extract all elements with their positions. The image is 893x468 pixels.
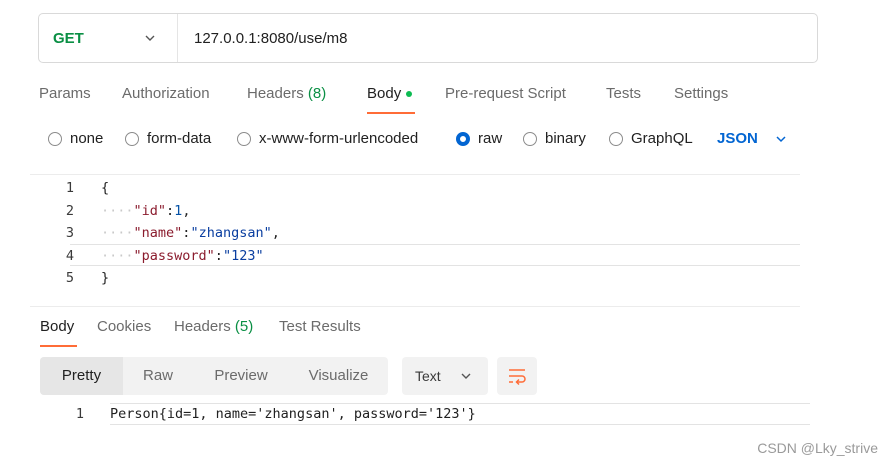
response-tab-test-results[interactable]: Test Results <box>279 318 361 335</box>
tab-headers[interactable]: Headers (8) <box>247 85 326 102</box>
headers-count: (5) <box>234 318 254 335</box>
editor-line: 1 { <box>30 177 800 199</box>
current-line-highlight <box>70 244 800 266</box>
view-pretty-button[interactable]: Pretty <box>40 357 123 395</box>
body-type-label: GraphQL <box>631 130 693 147</box>
watermark: CSDN @Lky_strive <box>757 440 878 456</box>
wrap-lines-button[interactable] <box>497 357 537 395</box>
response-tab-cookies[interactable]: Cookies <box>97 318 151 335</box>
view-preview-button[interactable]: Preview <box>193 357 289 395</box>
chevron-down-icon <box>461 373 471 379</box>
radio-icon <box>125 131 139 146</box>
response-tab-body[interactable]: Body <box>40 318 74 335</box>
url-input[interactable]: 127.0.0.1:8080/use/m8 <box>194 30 347 47</box>
json-colon: : <box>166 203 175 219</box>
editor-line: 5 } <box>30 267 800 289</box>
body-type-binary[interactable]: binary <box>523 130 586 147</box>
line-number: 1 <box>75 406 84 422</box>
tab-label: Body <box>367 85 402 102</box>
tab-params[interactable]: Params <box>39 85 91 102</box>
tab-body[interactable]: Body <box>367 85 413 102</box>
response-view-modes: Pretty Raw Preview Visualize <box>40 357 388 395</box>
tab-label: Headers <box>174 318 231 335</box>
view-visualize-button[interactable]: Visualize <box>289 357 388 395</box>
tab-tests[interactable]: Tests <box>606 85 641 102</box>
view-raw-button[interactable]: Raw <box>123 357 193 395</box>
line-number: 2 <box>65 203 74 219</box>
wrap-lines-icon <box>509 369 526 386</box>
radio-icon <box>523 131 537 146</box>
format-label: Text <box>415 368 441 384</box>
response-tab-headers[interactable]: Headers (5) <box>174 318 253 335</box>
json-key: "name" <box>133 225 183 241</box>
response-text: Person{id=1, name='zhangsan', password='… <box>110 406 476 422</box>
active-dot-icon <box>406 91 413 98</box>
editor-line: 3 ····"name":"zhangsan", <box>30 222 800 244</box>
method-select[interactable]: GET <box>53 30 84 47</box>
line-number: 1 <box>65 180 74 196</box>
code-text: { <box>101 180 110 196</box>
code-text: ····"name":"zhangsan", <box>101 225 280 241</box>
radio-icon <box>609 131 623 146</box>
body-type-label: raw <box>478 130 503 147</box>
body-type-graphql[interactable]: GraphQL <box>609 130 693 147</box>
body-type-urlencoded[interactable]: x-www-form-urlencoded <box>237 130 418 147</box>
tab-label: Headers <box>247 85 304 102</box>
divider <box>30 306 800 307</box>
tab-settings[interactable]: Settings <box>674 85 728 102</box>
indent-guide: ···· <box>101 225 134 241</box>
response-format-select[interactable]: Text <box>402 357 488 395</box>
indent-guide: ···· <box>101 203 134 219</box>
body-type-form-data[interactable]: form-data <box>125 130 211 147</box>
body-type-label: none <box>70 130 104 147</box>
line-number: 3 <box>65 225 74 241</box>
json-value: "zhangsan" <box>190 225 272 241</box>
editor-line: 2 ····"id":1, <box>30 200 800 222</box>
json-key: "id" <box>133 203 167 219</box>
tab-authorization[interactable]: Authorization <box>122 85 210 102</box>
tab-pre-request-script[interactable]: Pre-request Script <box>445 85 566 102</box>
chevron-down-icon[interactable] <box>774 132 788 146</box>
active-tab-underline <box>367 112 415 114</box>
chevron-down-icon[interactable] <box>143 31 157 45</box>
radio-icon <box>48 131 62 146</box>
request-body-editor[interactable]: 1 { 2 ····"id":1, 3 ····"name":"zhangsan… <box>30 174 800 301</box>
tab-label: Params <box>39 85 91 102</box>
body-type-label: binary <box>545 130 586 147</box>
code-text: } <box>101 270 110 286</box>
tab-label: Settings <box>674 85 729 102</box>
tab-label: Tests <box>606 85 642 102</box>
json-comma: , <box>182 203 191 219</box>
radio-icon <box>237 131 251 146</box>
radio-selected-icon <box>456 131 470 146</box>
headers-count: (8) <box>307 85 327 102</box>
tab-label: Pre-request Script <box>445 85 566 102</box>
line-number: 4 <box>65 248 74 264</box>
body-type-none[interactable]: none <box>48 130 103 147</box>
language-select[interactable]: JSON <box>717 130 758 147</box>
active-tab-underline <box>40 345 77 347</box>
body-type-label: x-www-form-urlencoded <box>259 130 419 147</box>
tab-label: Authorization <box>122 85 210 102</box>
response-body: 1 Person{id=1, name='zhangsan', password… <box>30 403 810 425</box>
request-url-bar: GET 127.0.0.1:8080/use/m8 <box>38 13 818 63</box>
line-number: 5 <box>65 270 74 286</box>
code-text: ····"id":1, <box>101 203 190 219</box>
body-type-label: form-data <box>147 130 212 147</box>
divider <box>177 14 178 62</box>
json-comma: , <box>271 225 280 241</box>
body-type-raw[interactable]: raw <box>456 130 502 147</box>
